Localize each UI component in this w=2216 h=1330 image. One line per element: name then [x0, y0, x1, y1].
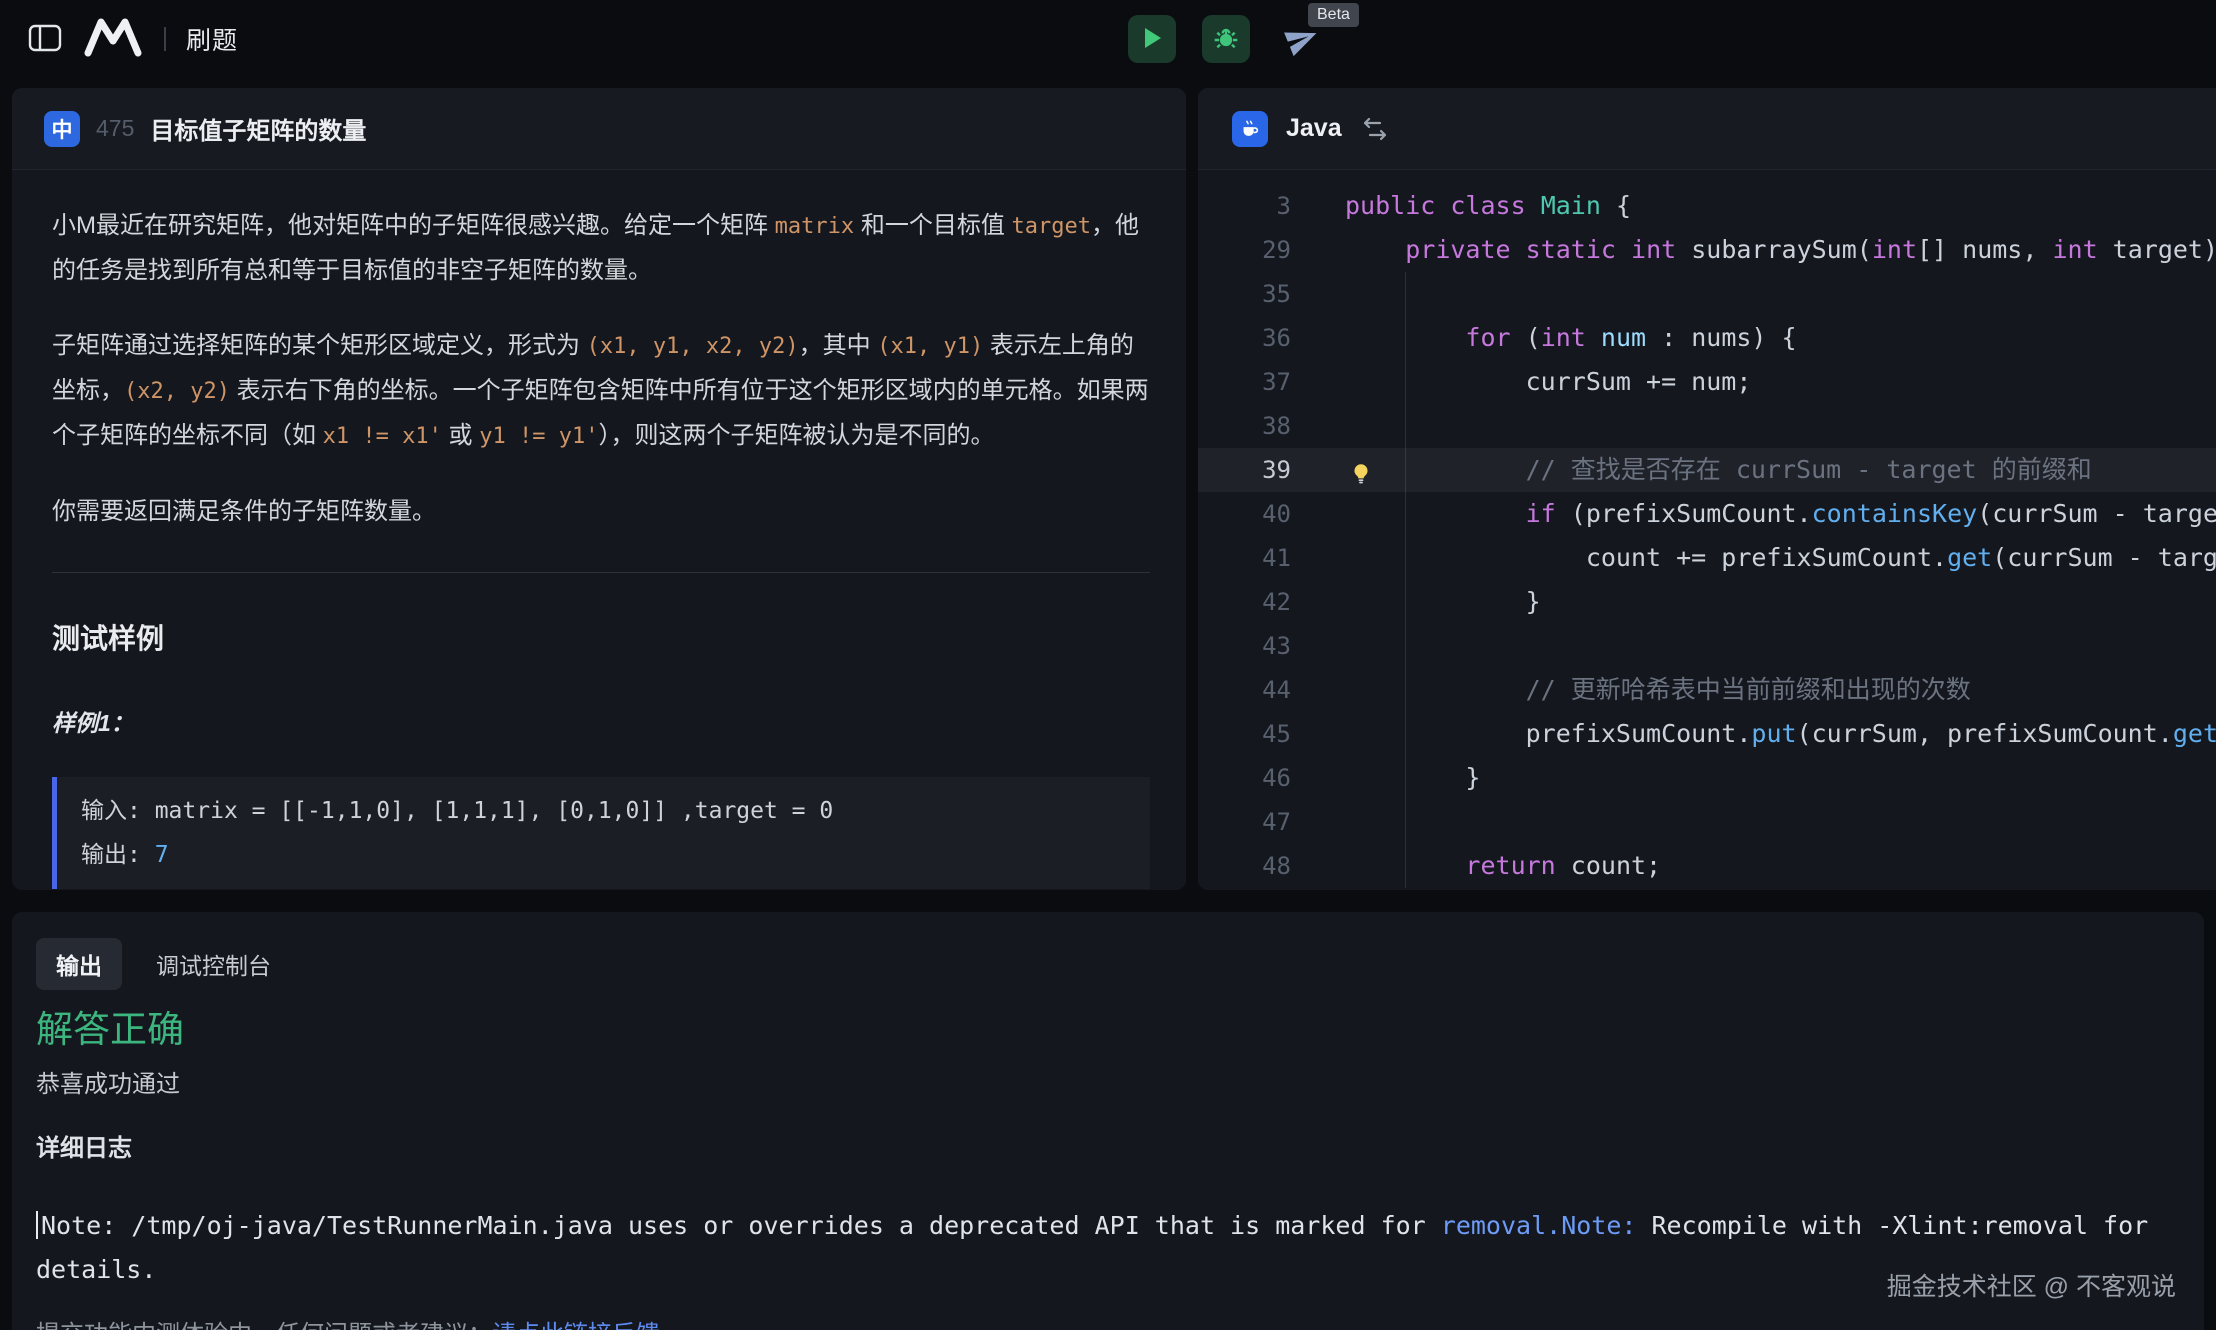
brand-divider — [164, 27, 166, 51]
code-text: count += prefixSumCount.get(currSum - ta… — [1345, 536, 2216, 580]
feedback-link[interactable]: 请点此链接反馈 — [492, 1321, 660, 1330]
tab-output[interactable]: 输出 — [36, 938, 122, 990]
code-text: private static int subarraySum(int[] num… — [1345, 228, 2216, 272]
line-number[interactable]: 3 — [1198, 184, 1291, 228]
problem-paragraph: 小M最近在研究矩阵，他对矩阵中的子矩阵很感兴趣。给定一个矩阵 matrix 和一… — [52, 204, 1150, 293]
language-label: Java — [1286, 114, 1342, 143]
sample-output-line: 输出: 7 — [81, 833, 1126, 877]
problem-panel: 中 475 目标值子矩阵的数量 小M最近在研究矩阵，他对矩阵中的子矩阵很感兴趣。… — [12, 88, 1186, 890]
line-number[interactable]: 41 — [1198, 536, 1291, 580]
editor-header: Java — [1198, 88, 2216, 170]
beta-badge: Beta — [1308, 3, 1359, 27]
sample-input-value: matrix = [[-1,1,0], [1,1,1], [0,1,0]] ,t… — [141, 798, 833, 824]
sample-output-label: 输出: — [81, 842, 141, 868]
problem-header: 中 475 目标值子矩阵的数量 — [12, 88, 1186, 170]
code-text: public class Main { — [1345, 184, 1631, 228]
examples-heading: 测试样例 — [52, 617, 1150, 661]
sidebar-toggle-icon — [28, 23, 62, 56]
sample-input-label: 输入: — [81, 798, 141, 824]
section-divider — [52, 572, 1150, 573]
java-language-icon — [1232, 111, 1268, 147]
code-text: // 更新哈希表中当前前缀和出现的次数 — [1345, 668, 1971, 712]
code-text: // 查找是否存在 currSum - target 的前缀和 — [1345, 448, 2092, 492]
difficulty-badge: 中 — [44, 111, 80, 147]
problem-paragraph: 子矩阵通过选择矩阵的某个矩形区域定义，形式为 (x1, y1, x2, y2)，… — [52, 324, 1150, 459]
line-number[interactable]: 43 — [1198, 624, 1291, 668]
code-line[interactable]: 36 for (int num : nums) { — [1198, 316, 2216, 360]
line-number[interactable]: 45 — [1198, 712, 1291, 756]
line-number[interactable]: 36 — [1198, 316, 1291, 360]
code-text: return count; — [1345, 844, 1661, 888]
code-line[interactable]: 46 } — [1198, 756, 2216, 800]
output-panel: 输出 调试控制台 解答正确 恭喜成功通过 详细日志 Note: /tmp/oj-… — [12, 912, 2204, 1330]
code-line[interactable]: 43 — [1198, 624, 2216, 668]
line-number[interactable]: 35 — [1198, 272, 1291, 316]
line-number[interactable]: 38 — [1198, 404, 1291, 448]
code-line[interactable]: 37 currSum += num; — [1198, 360, 2216, 404]
switch-language-icon[interactable] — [1362, 117, 1388, 141]
watermark: 掘金技术社区 @ 不客观说 — [1887, 1267, 2176, 1303]
app-logo-icon — [82, 17, 144, 62]
submit-button[interactable]: Beta — [1276, 15, 1328, 63]
problem-title: 目标值子矩阵的数量 — [150, 111, 366, 146]
code-line[interactable]: 48 return count; — [1198, 844, 2216, 888]
code-line[interactable]: 39 // 查找是否存在 currSum - target 的前缀和 — [1198, 448, 2216, 492]
tab-debug-console[interactable]: 调试控制台 — [152, 938, 275, 990]
code-editor[interactable]: 3public class Main {29 private static in… — [1198, 170, 2216, 890]
code-line[interactable]: 41 count += prefixSumCount.get(currSum -… — [1198, 536, 2216, 580]
feedback-text: 提交功能内测体验中，任何问题或者建议： — [36, 1321, 492, 1330]
code-text: prefixSumCount.put(currSum, prefixSumCou… — [1345, 712, 2216, 756]
problem-description: 小M最近在研究矩阵，他对矩阵中的子矩阵很感兴趣。给定一个矩阵 matrix 和一… — [12, 170, 1186, 890]
line-number[interactable]: 48 — [1198, 844, 1291, 888]
code-line[interactable]: 38 — [1198, 404, 2216, 448]
app-name: 刷题 — [186, 21, 238, 57]
play-icon — [1142, 27, 1162, 52]
line-number[interactable]: 39 — [1198, 448, 1291, 492]
code-text: for (int num : nums) { — [1345, 316, 1797, 360]
code-line[interactable]: 3 public class Main { — [1198, 184, 2216, 228]
line-number[interactable]: 47 — [1198, 800, 1291, 844]
line-number[interactable]: 42 — [1198, 580, 1291, 624]
code-text: } — [1345, 756, 1480, 800]
log-heading: 详细日志 — [36, 1136, 2204, 1162]
code-line[interactable]: 40 if (prefixSumCount.containsKey(currSu… — [1198, 492, 2216, 536]
code-text: } — [1345, 580, 1541, 624]
result-title: 解答正确 — [36, 1008, 2204, 1052]
code-line[interactable]: 45 prefixSumCount.put(currSum, prefixSum… — [1198, 712, 2216, 756]
line-number[interactable]: 46 — [1198, 756, 1291, 800]
line-number[interactable]: 40 — [1198, 492, 1291, 536]
result-subtitle: 恭喜成功通过 — [36, 1072, 2204, 1098]
text-caret — [36, 1211, 38, 1239]
sidebar-toggle-button[interactable] — [28, 23, 62, 56]
line-number[interactable]: 37 — [1198, 360, 1291, 404]
code-text: if (prefixSumCount.containsKey(currSum -… — [1345, 492, 2216, 536]
problem-paragraph: 你需要返回满足条件的子矩阵数量。 — [52, 490, 1150, 534]
sample-io-block: 输入: matrix = [[-1,1,0], [1,1,1], [0,1,0]… — [52, 777, 1150, 889]
code-line[interactable]: 42 } — [1198, 580, 2216, 624]
example-label: 样例1： — [52, 701, 1150, 745]
output-tabs: 输出 调试控制台 — [36, 938, 2204, 990]
debug-button[interactable] — [1202, 15, 1250, 63]
bug-icon — [1210, 22, 1242, 57]
code-line[interactable]: 44 // 更新哈希表中当前前缀和出现的次数 — [1198, 668, 2216, 712]
code-editor-panel: Java 3public class Main {29 private stat… — [1198, 88, 2216, 890]
code-line[interactable]: 35 — [1198, 272, 2216, 316]
sample-output-value: 7 — [141, 842, 169, 868]
line-number[interactable]: 29 — [1198, 228, 1291, 272]
run-button[interactable] — [1128, 15, 1176, 63]
code-line[interactable]: 29 private static int subarraySum(int[] … — [1198, 228, 2216, 272]
problem-id: 475 — [96, 115, 134, 142]
log-line: Note: /tmp/oj-java/TestRunnerMain.java u… — [36, 1204, 2204, 1292]
code-line[interactable]: 47 — [1198, 800, 2216, 844]
sample-input-line: 输入: matrix = [[-1,1,0], [1,1,1], [0,1,0]… — [81, 789, 1126, 833]
topbar: 刷题 Beta — [0, 0, 2216, 78]
feedback-row: 提交功能内测体验中，任何问题或者建议：请点此链接反馈 — [36, 1314, 2204, 1330]
code-text: currSum += num; — [1345, 360, 1751, 404]
line-number[interactable]: 44 — [1198, 668, 1291, 712]
